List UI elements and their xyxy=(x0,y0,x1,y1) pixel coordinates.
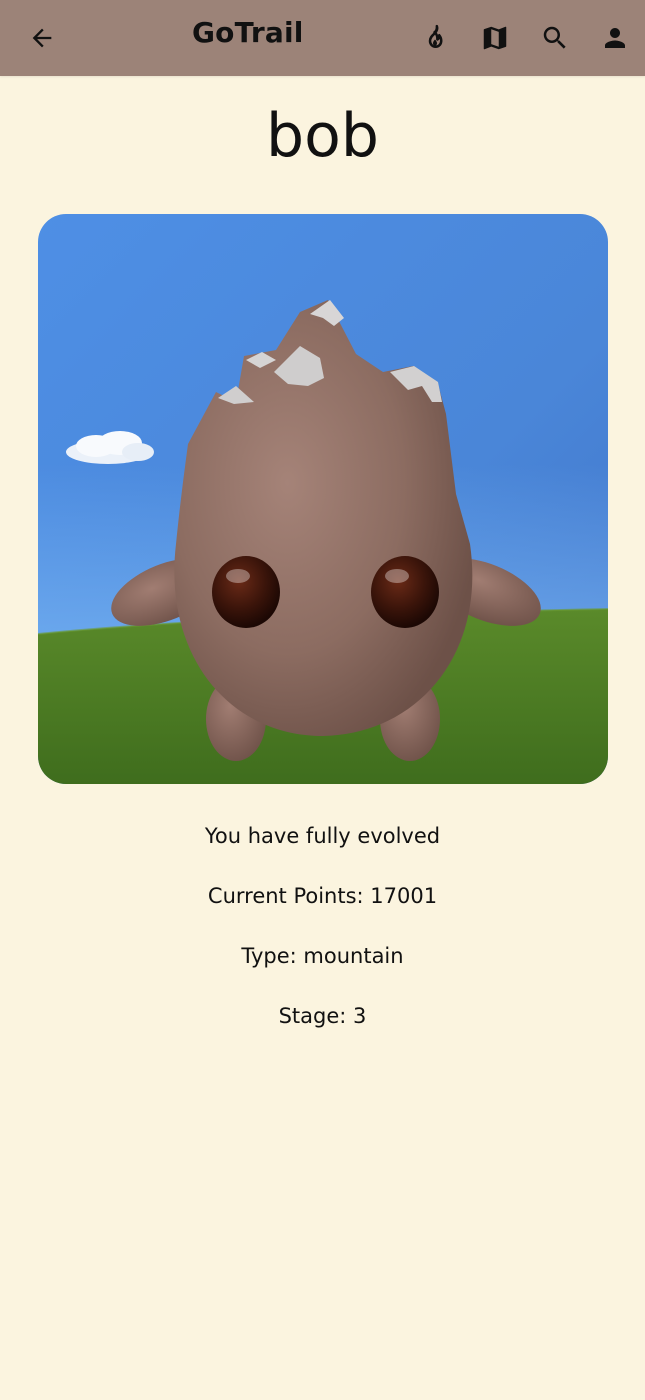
pet-type: Type: mountain xyxy=(241,944,404,968)
app-bar: GoTrail xyxy=(0,0,645,76)
streak-button[interactable] xyxy=(411,14,459,62)
pet-stage: Stage: 3 xyxy=(278,1004,367,1028)
map-icon xyxy=(483,26,507,50)
search-icon xyxy=(543,26,566,49)
app-title: GoTrail xyxy=(192,16,304,49)
mountain-creature-illustration xyxy=(38,214,608,784)
flame-icon xyxy=(428,24,443,48)
current-points: Current Points: 17001 xyxy=(207,884,438,908)
map-button[interactable] xyxy=(471,14,519,62)
profile-button[interactable] xyxy=(591,14,639,62)
pet-image xyxy=(38,214,608,784)
arrow-left-icon xyxy=(32,28,52,48)
search-button[interactable] xyxy=(531,14,579,62)
pet-name: bob xyxy=(266,101,379,171)
person-icon xyxy=(605,28,625,48)
evolution-status: You have fully evolved xyxy=(204,824,441,848)
back-button[interactable] xyxy=(18,14,66,62)
